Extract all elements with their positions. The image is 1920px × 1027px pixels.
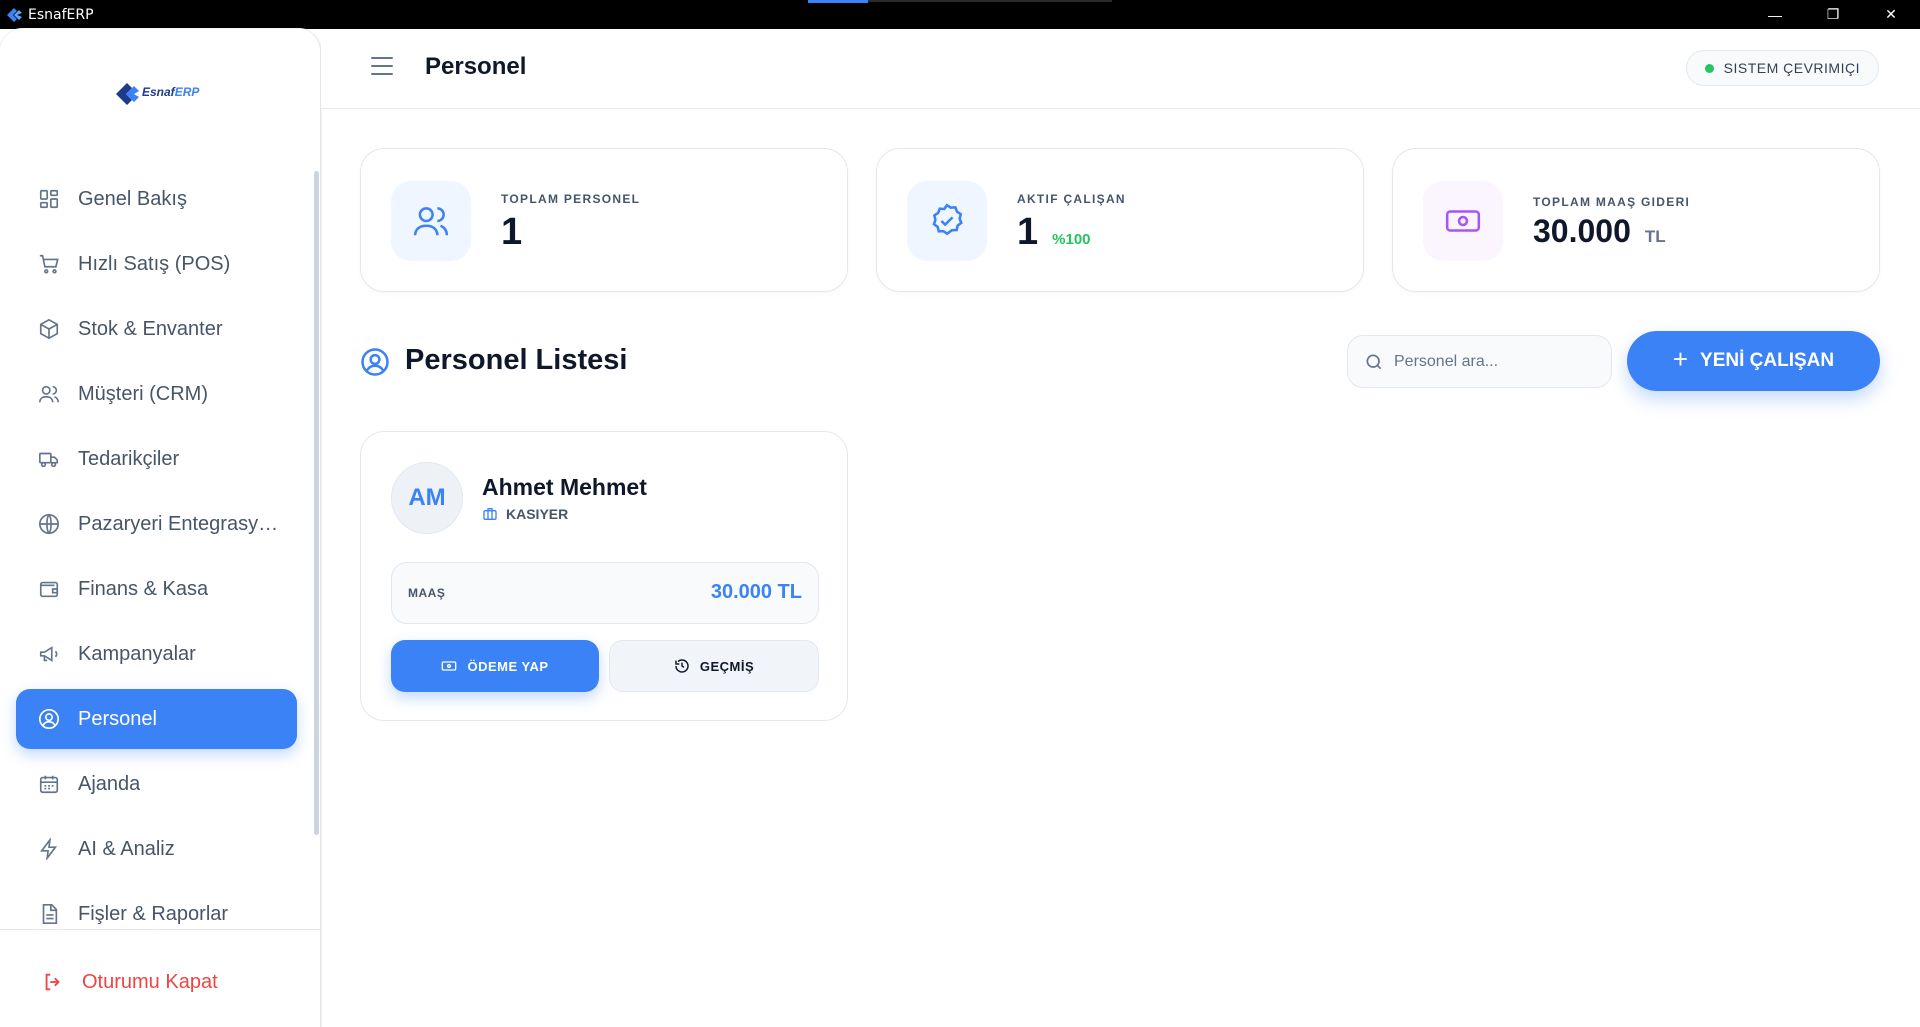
menu-toggle-icon[interactable] bbox=[371, 57, 393, 75]
bolt-icon bbox=[36, 836, 62, 862]
avatar: AM bbox=[391, 462, 463, 534]
sidebar-nav: Genel Bakış Hızlı Satış (POS) Stok & Env… bbox=[16, 169, 297, 949]
banknote-icon bbox=[1423, 181, 1503, 261]
stat-value: 1 bbox=[501, 211, 523, 253]
stat-card-total-personnel: TOPLAM PERSONEL 1 bbox=[360, 148, 848, 292]
sidebar-item-label: Tedarikçiler bbox=[78, 447, 180, 470]
app-logo[interactable]: EsnafERP bbox=[112, 79, 212, 111]
sidebar-divider bbox=[0, 929, 320, 930]
stat-value: 1 %100 bbox=[1017, 211, 1091, 253]
sidebar-item-stok[interactable]: Stok & Envanter bbox=[16, 299, 297, 359]
stat-label: TOPLAM PERSONEL bbox=[501, 192, 641, 206]
sidebar: EsnafERP Genel Bakış Hızlı Satış (POS) S… bbox=[0, 29, 321, 1027]
sidebar-item-label: Finans & Kasa bbox=[78, 577, 209, 600]
employee-role-label: KASIYER bbox=[506, 506, 569, 522]
sidebar-item-label: Pazaryeri Entegrasyonları bbox=[78, 512, 288, 535]
stat-label: AKTIF ÇALIŞAN bbox=[1017, 192, 1126, 206]
window-controls: — ❐ ✕ bbox=[1746, 0, 1920, 29]
salary-box: MAAŞ 30.000 TL bbox=[391, 562, 819, 624]
sidebar-item-label: Hızlı Satış (POS) bbox=[78, 252, 231, 275]
system-status-badge: SISTEM ÇEVRIMIÇI bbox=[1685, 50, 1879, 86]
status-label: SISTEM ÇEVRIMIÇI bbox=[1723, 60, 1860, 76]
employee-role: KASIYER bbox=[482, 506, 568, 522]
page-title: Personel bbox=[425, 53, 527, 80]
pay-button[interactable]: ÖDEME YAP bbox=[391, 640, 599, 692]
sidebar-item-ajanda[interactable]: Ajanda bbox=[16, 754, 297, 814]
stat-card-total-salary: TOPLAM MAAŞ GIDERI 30.000 TL bbox=[1392, 148, 1880, 292]
employee-card: AM Ahmet Mehmet KASIYER MAAŞ 30.000 TL Ö… bbox=[360, 431, 848, 721]
sidebar-item-fisler[interactable]: Fişler & Raporlar bbox=[16, 884, 297, 944]
users-icon bbox=[36, 381, 62, 407]
stat-card-active-employees: AKTIF ÇALIŞAN 1 %100 bbox=[876, 148, 1364, 292]
stat-value: 30.000 TL bbox=[1533, 213, 1666, 249]
window-title: EsnafERP bbox=[28, 6, 94, 23]
globe-icon bbox=[36, 511, 62, 537]
briefcase-icon bbox=[482, 506, 498, 522]
sidebar-item-hizli-satis[interactable]: Hızlı Satış (POS) bbox=[16, 234, 297, 294]
history-button-label: GEÇMİŞ bbox=[699, 658, 755, 674]
sidebar-item-tedarikciler[interactable]: Tedarikçiler bbox=[16, 429, 297, 489]
wallet-icon bbox=[36, 576, 62, 602]
sidebar-item-label: Fişler & Raporlar bbox=[78, 902, 229, 925]
sidebar-item-musteri[interactable]: Müşteri (CRM) bbox=[16, 364, 297, 424]
sidebar-scrollbar[interactable] bbox=[314, 171, 319, 835]
titlebar-accent-track bbox=[868, 0, 1112, 2]
truck-icon bbox=[36, 446, 62, 472]
logout-label: Oturumu Kapat bbox=[82, 970, 218, 993]
sidebar-item-pazaryeri[interactable]: Pazaryeri Entegrasyonları bbox=[16, 494, 297, 554]
sidebar-item-finans[interactable]: Finans & Kasa bbox=[16, 559, 297, 619]
logo-text: EsnafERP bbox=[142, 85, 200, 99]
sidebar-item-label: Genel Bakış bbox=[78, 187, 187, 210]
logo-mark-icon bbox=[116, 83, 139, 105]
dashboard-icon bbox=[36, 186, 62, 212]
sidebar-item-label: Personel bbox=[78, 707, 157, 730]
minimize-button[interactable]: — bbox=[1746, 0, 1804, 29]
new-employee-label: YENİ ÇALIŞAN bbox=[1700, 350, 1835, 371]
sidebar-item-genel-bakis[interactable]: Genel Bakış bbox=[16, 169, 297, 229]
new-employee-button[interactable]: + YENİ ÇALIŞAN bbox=[1627, 331, 1880, 391]
stat-label: TOPLAM MAAŞ GIDERI bbox=[1533, 195, 1691, 209]
logout-icon bbox=[40, 969, 66, 995]
personnel-search bbox=[1347, 335, 1612, 388]
users-icon bbox=[391, 181, 471, 261]
user-circle-icon bbox=[36, 706, 62, 732]
sidebar-item-label: Ajanda bbox=[78, 772, 141, 795]
file-icon bbox=[36, 901, 62, 927]
calendar-icon bbox=[36, 771, 62, 797]
app-logo-icon bbox=[4, 5, 24, 25]
sidebar-item-personel[interactable]: Personel bbox=[16, 689, 297, 749]
sidebar-item-label: AI & Analiz bbox=[78, 837, 175, 860]
pay-button-label: ÖDEME YAP bbox=[467, 658, 549, 674]
history-button[interactable]: GEÇMİŞ bbox=[609, 640, 819, 692]
page-header: Personel SISTEM ÇEVRIMIÇI bbox=[321, 29, 1920, 109]
banknote-icon bbox=[441, 658, 457, 674]
salary-value: 30.000 TL bbox=[710, 581, 802, 603]
titlebar-accent bbox=[808, 0, 868, 3]
section-title: Personel Listesi bbox=[405, 344, 628, 376]
employee-name: Ahmet Mehmet bbox=[482, 474, 647, 500]
salary-label: MAAŞ bbox=[408, 586, 446, 600]
status-dot-icon bbox=[1704, 63, 1714, 73]
close-button[interactable]: ✕ bbox=[1862, 0, 1920, 29]
search-icon bbox=[1364, 352, 1384, 372]
plus-icon: + bbox=[1672, 344, 1689, 374]
maximize-button[interactable]: ❐ bbox=[1804, 0, 1862, 29]
box-icon bbox=[36, 316, 62, 342]
stat-unit: TL bbox=[1644, 227, 1666, 246]
search-input[interactable] bbox=[1394, 352, 1594, 371]
badge-check-icon bbox=[907, 181, 987, 261]
sidebar-item-label: Müşteri (CRM) bbox=[78, 382, 208, 405]
sidebar-item-label: Kampanyalar bbox=[78, 642, 196, 665]
stat-percentage: %100 bbox=[1052, 231, 1091, 248]
window-titlebar: EsnafERP — ❐ ✕ bbox=[0, 0, 1920, 29]
megaphone-icon bbox=[36, 641, 62, 667]
logout-button[interactable]: Oturumu Kapat bbox=[40, 969, 218, 995]
history-icon bbox=[674, 658, 690, 674]
sidebar-item-kampanyalar[interactable]: Kampanyalar bbox=[16, 624, 297, 684]
user-circle-icon bbox=[360, 347, 390, 377]
sidebar-item-label: Stok & Envanter bbox=[78, 317, 223, 340]
cart-icon bbox=[36, 251, 62, 277]
sidebar-item-ai-analiz[interactable]: AI & Analiz bbox=[16, 819, 297, 879]
